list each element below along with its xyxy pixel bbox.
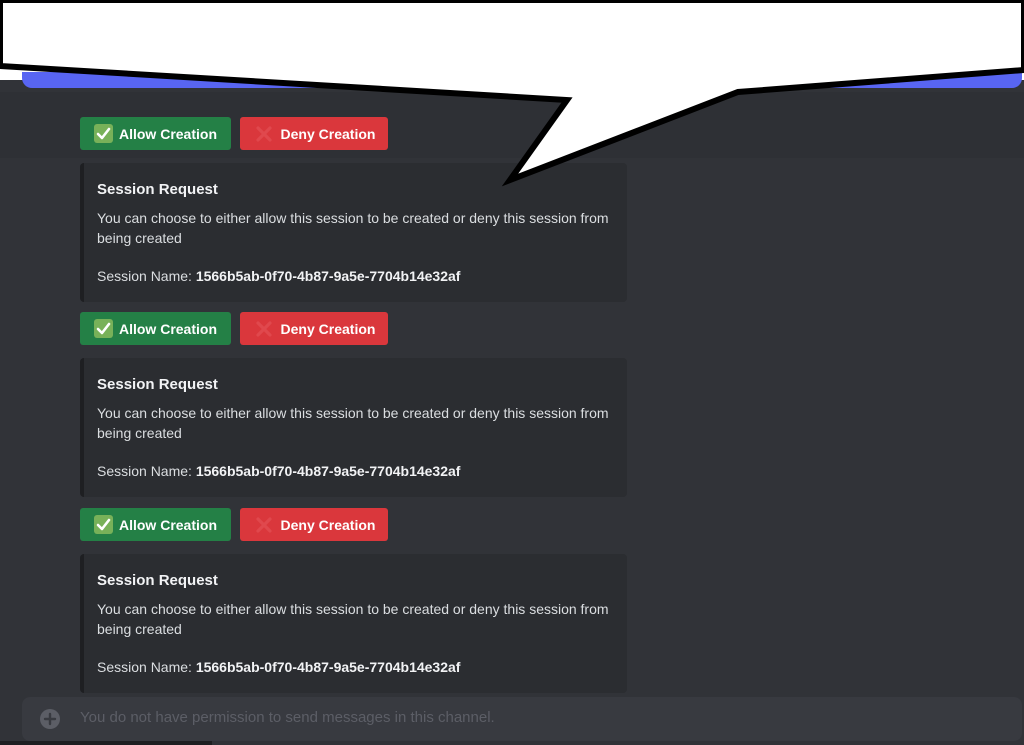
- allow-creation-button[interactable]: Allow Creation: [80, 508, 231, 541]
- allow-creation-button[interactable]: Allow Creation: [80, 312, 231, 345]
- action-row: Allow Creation Deny Creation: [80, 117, 388, 150]
- session-name-value: 1566b5ab-0f70-4b87-9a5e-7704b14e32af: [195, 268, 461, 284]
- allow-button-label: Allow Creation: [118, 516, 217, 533]
- field-label: Session Name:: [97, 268, 192, 284]
- bottom-strip: [0, 741, 212, 745]
- action-row: Allow Creation Deny Creation: [80, 312, 388, 345]
- check-mark-icon: [93, 515, 113, 534]
- check-mark-icon: [93, 124, 113, 143]
- cross-mark-icon: [253, 319, 275, 339]
- session-name-value: 1566b5ab-0f70-4b87-9a5e-7704b14e32af: [195, 463, 461, 479]
- deny-button-label: Deny Creation: [280, 516, 376, 533]
- session-request-embed: Session Request You can choose to either…: [80, 554, 627, 693]
- embed-field: Session Name: 1566b5ab-0f70-4b87-9a5e-77…: [97, 657, 613, 677]
- top-overlay-area: [0, 0, 1024, 80]
- embed-description: You can choose to either allow this sess…: [97, 405, 609, 441]
- embed-title: Session Request: [97, 376, 218, 393]
- session-name-value: 1566b5ab-0f70-4b87-9a5e-7704b14e32af: [195, 659, 461, 675]
- accent-bar: [22, 72, 1022, 88]
- allow-button-label: Allow Creation: [118, 320, 217, 337]
- deny-creation-button[interactable]: Deny Creation: [240, 117, 388, 150]
- field-label: Session Name:: [97, 463, 192, 479]
- session-request-embed: Session Request You can choose to either…: [80, 163, 627, 302]
- allow-creation-button[interactable]: Allow Creation: [80, 117, 231, 150]
- cross-mark-icon: [253, 124, 275, 144]
- deny-creation-button[interactable]: Deny Creation: [240, 312, 388, 345]
- field-label: Session Name:: [97, 659, 192, 675]
- embed-description: You can choose to either allow this sess…: [97, 601, 609, 637]
- action-row: Allow Creation Deny Creation: [80, 508, 388, 541]
- embed-field: Session Name: 1566b5ab-0f70-4b87-9a5e-77…: [97, 461, 613, 481]
- deny-creation-button[interactable]: Deny Creation: [240, 508, 388, 541]
- deny-button-label: Deny Creation: [280, 320, 376, 337]
- composer-placeholder: You do not have permission to send messa…: [80, 709, 495, 726]
- embed-title: Session Request: [97, 181, 218, 198]
- session-request-embed: Session Request You can choose to either…: [80, 358, 627, 497]
- allow-button-label: Allow Creation: [118, 125, 217, 142]
- embed-title: Session Request: [97, 572, 218, 589]
- cross-mark-icon: [253, 515, 275, 535]
- embed-description: You can choose to either allow this sess…: [97, 210, 609, 246]
- message-composer[interactable]: You do not have permission to send messa…: [22, 697, 1022, 741]
- deny-button-label: Deny Creation: [280, 125, 376, 142]
- embed-field: Session Name: 1566b5ab-0f70-4b87-9a5e-77…: [97, 266, 613, 286]
- check-mark-icon: [93, 319, 113, 338]
- plus-circle-icon[interactable]: [40, 709, 60, 729]
